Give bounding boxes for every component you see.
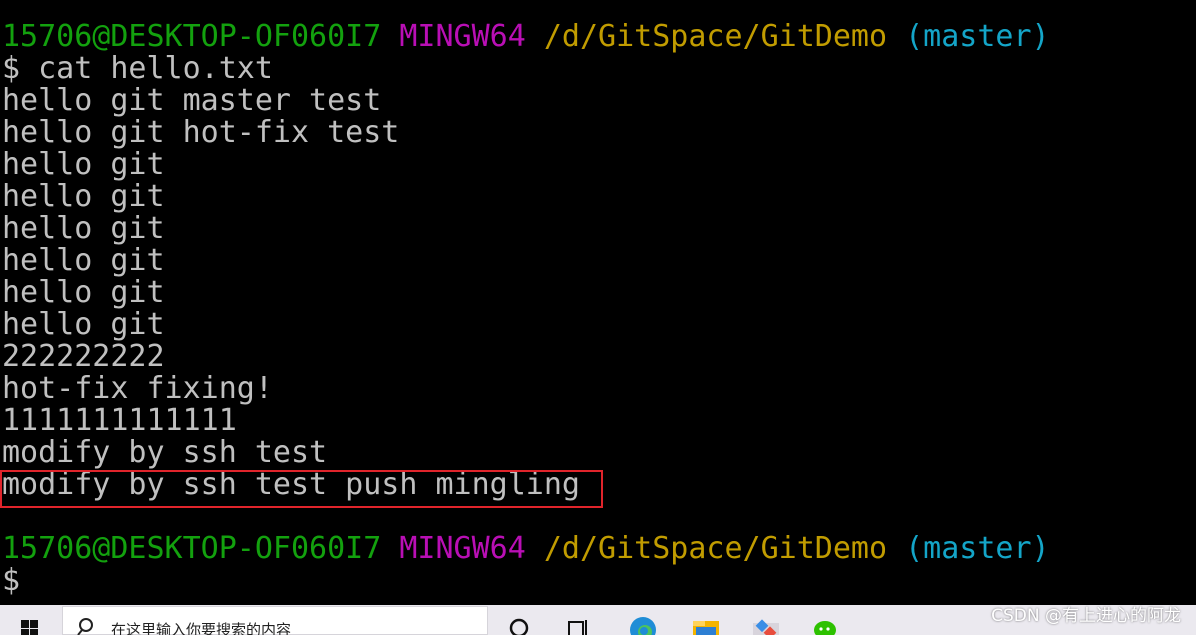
taskbar-search-box[interactable]: 在这里输入你要搜索的内容 <box>62 606 488 635</box>
output-line: hello git <box>2 179 165 214</box>
current-path: /d/GitSpace/GitDemo <box>543 531 888 566</box>
prompt-line-1: 15706@DESKTOP-OF060I7 MINGW64 /d/GitSpac… <box>2 21 1050 53</box>
search-placeholder: 在这里输入你要搜索的内容 <box>111 621 292 635</box>
output-line: hello git <box>2 243 165 278</box>
csdn-watermark: CSDN @有上进心的阿龙 <box>991 606 1181 626</box>
output-line: hello git <box>2 275 165 310</box>
output-line: hello git <box>2 307 165 342</box>
highlight-box <box>0 470 603 508</box>
output-line: hello git <box>2 147 165 182</box>
current-path: /d/GitSpace/GitDemo <box>543 19 888 54</box>
taskbar: 在这里输入你要搜索的内容 CSDN @有上进心的阿龙 <box>0 605 1196 635</box>
env-label: MINGW64 <box>399 19 526 54</box>
prompt-line-2: 15706@DESKTOP-OF060I7 MINGW64 /d/GitSpac… <box>2 533 1050 565</box>
cursor-prompt[interactable]: $ <box>2 565 20 597</box>
search-icon <box>77 617 97 635</box>
git-branch: (master) <box>905 19 1050 54</box>
file-explorer-icon[interactable] <box>691 613 719 635</box>
git-branch: (master) <box>905 531 1050 566</box>
user-host: 15706@DESKTOP-OF060I7 <box>2 19 382 54</box>
output-line: modify by ssh test <box>2 435 328 470</box>
edge-icon[interactable] <box>628 613 656 635</box>
output-line: 1111111111111 <box>2 403 237 438</box>
user-host: 15706@DESKTOP-OF060I7 <box>2 531 382 566</box>
output-line: hello git master test <box>2 83 382 118</box>
output-line: hello git <box>2 211 165 246</box>
start-button[interactable] <box>0 605 62 635</box>
terminal-window[interactable]: 15706@DESKTOP-OF060I7 MINGW64 /d/GitSpac… <box>0 0 1196 605</box>
output-line: 222222222 <box>2 339 165 374</box>
git-app-icon[interactable] <box>750 613 779 635</box>
output-line: hot-fix fixing! <box>2 371 273 406</box>
output-line: hello git hot-fix test <box>2 115 400 150</box>
env-label: MINGW64 <box>399 531 526 566</box>
wechat-icon[interactable] <box>813 613 839 635</box>
cortana-search-icon[interactable] <box>506 613 532 635</box>
command-line: $ cat hello.txt <box>2 51 273 86</box>
task-view-icon[interactable] <box>566 613 592 635</box>
